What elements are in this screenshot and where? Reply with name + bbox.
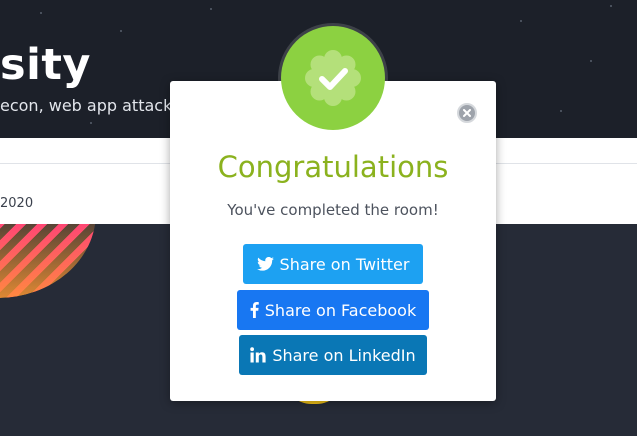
linkedin-icon bbox=[250, 347, 266, 363]
modal-title: Congratulations bbox=[217, 150, 449, 184]
facebook-icon bbox=[250, 302, 259, 318]
share-twitter-button[interactable]: Share on Twitter bbox=[243, 244, 423, 284]
modal-subtitle: You've completed the room! bbox=[227, 201, 439, 219]
check-badge-icon bbox=[281, 26, 385, 130]
share-linkedin-button[interactable]: Share on LinkedIn bbox=[239, 335, 427, 375]
share-facebook-label: Share on Facebook bbox=[264, 300, 417, 320]
share-facebook-button[interactable]: Share on Facebook bbox=[237, 290, 429, 330]
share-twitter-label: Share on Twitter bbox=[279, 254, 410, 274]
share-linkedin-label: Share on LinkedIn bbox=[272, 345, 416, 365]
twitter-icon bbox=[256, 257, 274, 271]
close-button[interactable] bbox=[457, 103, 477, 123]
close-icon bbox=[463, 109, 471, 117]
